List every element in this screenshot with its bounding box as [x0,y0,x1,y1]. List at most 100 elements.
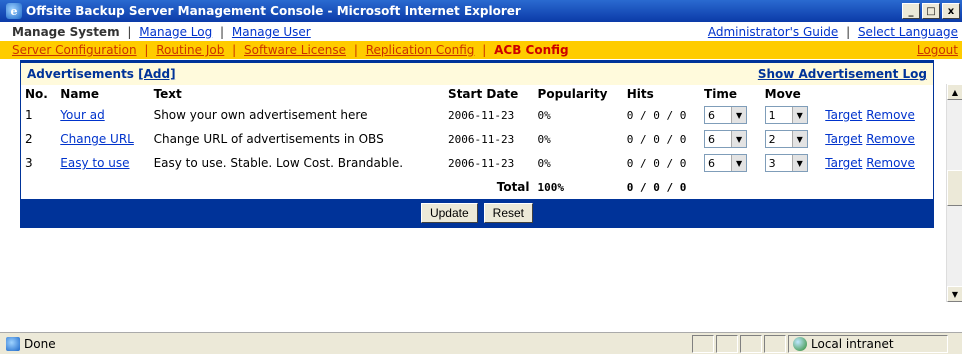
nav-acb-config[interactable]: ACB Config [494,43,569,57]
ad-start-date: 2006-11-23 [448,156,515,170]
total-label: Total [496,180,530,194]
reset-button[interactable]: Reset [483,203,534,223]
table-header-row: No. Name Text Start Date Popularity Hits… [21,85,933,103]
security-zone: Local intranet [788,334,948,353]
total-row: Total 100% 0 / 0 / 0 [21,175,933,199]
move-select[interactable]: 3 ▼ [764,154,808,172]
ad-text: Show your own advertisement here [153,108,368,122]
status-bar: Done Local intranet [0,332,962,354]
row-no: 2 [25,132,33,146]
time-select-value: 6 [708,108,716,122]
scroll-down-icon[interactable]: ▼ [947,286,962,302]
local-intranet-icon [793,336,807,351]
col-no: No. [25,87,48,101]
total-popularity: 100% [537,180,565,194]
admin-guide-link[interactable]: Administrator's Guide [708,25,838,39]
ad-text: Change URL of advertisements in OBS [153,132,384,146]
nav-software-license[interactable]: Software License [244,43,346,57]
ad-popularity: 0% [537,156,551,170]
row-no: 3 [25,156,33,170]
table-row: 1 Your ad Show your own advertisement he… [21,103,933,127]
chevron-down-icon: ▼ [731,155,747,171]
col-time: Time [704,87,737,101]
nav-routine-job[interactable]: Routine Job [156,43,224,57]
ad-start-date: 2006-11-23 [448,108,515,122]
remove-link[interactable]: Remove [866,108,915,122]
nav-manage-user[interactable]: Manage User [232,25,311,39]
table-row: 2 Change URL Change URL of advertisement… [21,127,933,151]
total-hits: 0 / 0 / 0 [626,180,687,194]
status-cell [764,334,786,353]
table-row: 3 Easy to use Easy to use. Stable. Low C… [21,151,933,175]
move-select-value: 1 [768,108,776,122]
ad-popularity: 0% [537,132,551,146]
nav-replication-config[interactable]: Replication Config [366,43,475,57]
nav-manage-log[interactable]: Manage Log [139,25,212,39]
nav-manage-system: Manage System [12,24,120,39]
window-titlebar: e Offsite Backup Server Management Conso… [0,0,962,22]
close-button[interactable]: x [942,3,960,19]
page-done-icon [6,336,20,351]
remove-link[interactable]: Remove [866,156,915,170]
status-cell [716,334,738,353]
scroll-up-icon[interactable]: ▲ [947,84,962,100]
move-select[interactable]: 2 ▼ [764,130,808,148]
status-text: Done [24,336,56,351]
ad-start-date: 2006-11-23 [448,132,515,146]
col-text: Text [153,87,182,101]
ad-hits: 0 / 0 / 0 [626,132,687,146]
chevron-down-icon: ▼ [791,155,807,171]
target-link[interactable]: Target [825,132,862,146]
scroll-thumb[interactable] [947,170,962,206]
chevron-down-icon: ▼ [791,107,807,123]
move-select-value: 3 [768,156,776,170]
select-language-link[interactable]: Select Language [858,25,958,39]
time-select-value: 6 [708,156,716,170]
chevron-down-icon: ▼ [731,131,747,147]
chevron-down-icon: ▼ [791,131,807,147]
time-select[interactable]: 6 ▼ [704,130,748,148]
status-cell [692,334,714,353]
status-cell [740,334,762,353]
window-title: Offsite Backup Server Management Console… [26,4,521,18]
ad-hits: 0 / 0 / 0 [626,108,687,122]
nav-server-configuration[interactable]: Server Configuration [12,43,137,57]
add-ad-link[interactable]: [Add] [138,67,175,81]
panel-title: Advertisements [27,67,134,81]
col-move: Move [764,87,801,101]
content-area: Advertisements [Add] Show Advertisement … [20,60,934,310]
target-link[interactable]: Target [825,108,862,122]
panel-header: Advertisements [Add] Show Advertisement … [21,63,933,85]
maximize-button[interactable]: □ [922,3,940,19]
advertisements-panel: Advertisements [Add] Show Advertisement … [20,60,934,228]
ad-text: Easy to use. Stable. Low Cost. Brandable… [153,156,404,170]
ad-popularity: 0% [537,108,551,122]
move-select-value: 2 [768,132,776,146]
row-no: 1 [25,108,33,122]
zone-label: Local intranet [811,336,894,351]
ie-icon: e [6,3,22,19]
logout-link[interactable]: Logout [917,43,958,57]
remove-link[interactable]: Remove [866,132,915,146]
vertical-scrollbar[interactable]: ▲ ▼ [946,84,962,302]
ad-name-link[interactable]: Change URL [60,132,134,146]
update-button[interactable]: Update [420,203,478,223]
col-name: Name [60,87,100,101]
ad-hits: 0 / 0 / 0 [626,156,687,170]
primary-nav: Manage System | Manage Log | Manage User… [12,24,958,39]
col-start-date: Start Date [448,87,519,101]
target-link[interactable]: Target [825,156,862,170]
move-select[interactable]: 1 ▼ [764,106,808,124]
browser-content: Manage System | Manage Log | Manage User… [0,22,962,332]
time-select[interactable]: 6 ▼ [704,106,748,124]
col-hits: Hits [626,87,654,101]
ads-table: No. Name Text Start Date Popularity Hits… [21,85,933,199]
time-select-value: 6 [708,132,716,146]
window-controls: _ □ x [902,3,960,19]
time-select[interactable]: 6 ▼ [704,154,748,172]
ad-name-link[interactable]: Your ad [60,108,104,122]
minimize-button[interactable]: _ [902,3,920,19]
chevron-down-icon: ▼ [731,107,747,123]
show-ad-log-link[interactable]: Show Advertisement Log [758,67,927,81]
ad-name-link[interactable]: Easy to use [60,156,129,170]
